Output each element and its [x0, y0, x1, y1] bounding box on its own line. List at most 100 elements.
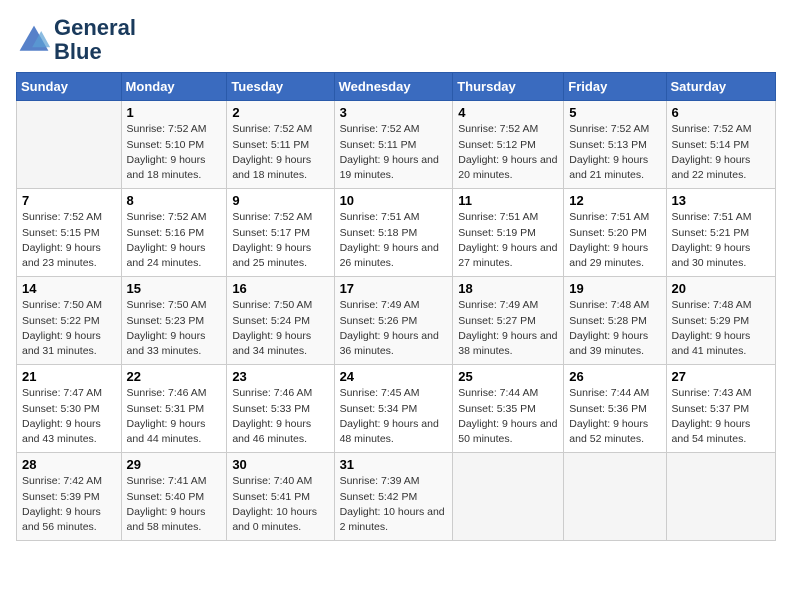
day-number: 5 — [569, 105, 660, 120]
day-info: Sunrise: 7:44 AMSunset: 5:36 PMDaylight:… — [569, 386, 660, 447]
day-info: Sunrise: 7:44 AMSunset: 5:35 PMDaylight:… — [458, 386, 558, 447]
weekday-header-friday: Friday — [564, 73, 666, 101]
calendar-cell: 14 Sunrise: 7:50 AMSunset: 5:22 PMDayligh… — [17, 277, 122, 365]
day-number: 16 — [232, 281, 328, 296]
page-header: General Blue — [16, 16, 776, 64]
calendar-cell: 28Sunrise: 7:42 AMSunset: 5:39 PMDayligh… — [17, 453, 122, 541]
calendar-cell: 19 Sunrise: 7:48 AMSunset: 5:28 PMDayligh… — [564, 277, 666, 365]
calendar-cell: 24 Sunrise: 7:45 AMSunset: 5:34 PMDayligh… — [334, 365, 453, 453]
day-info: Sunrise: 7:52 AMSunset: 5:12 PMDaylight:… — [458, 122, 558, 183]
day-number: 14 — [22, 281, 116, 296]
calendar-cell: 13 Sunrise: 7:51 AMSunset: 5:21 PMDayligh… — [666, 189, 775, 277]
day-number: 8 — [127, 193, 222, 208]
day-number: 10 — [340, 193, 448, 208]
calendar-cell: 29 Sunrise: 7:41 AMSunset: 5:40 PMDayligh… — [121, 453, 227, 541]
logo-icon — [16, 22, 52, 58]
day-info: Sunrise: 7:52 AMSunset: 5:14 PMDaylight:… — [672, 122, 770, 183]
calendar-cell: 31 Sunrise: 7:39 AMSunset: 5:42 PMDayligh… — [334, 453, 453, 541]
calendar-cell — [17, 101, 122, 189]
day-info: Sunrise: 7:40 AMSunset: 5:41 PMDaylight:… — [232, 474, 328, 535]
day-number: 31 — [340, 457, 448, 472]
calendar-header-row: SundayMondayTuesdayWednesdayThursdayFrid… — [17, 73, 776, 101]
calendar-cell: 18Sunrise: 7:49 AMSunset: 5:27 PMDayligh… — [453, 277, 564, 365]
calendar-cell: 2 Sunrise: 7:52 AMSunset: 5:11 PMDaylight… — [227, 101, 334, 189]
calendar-cell: 4 Sunrise: 7:52 AMSunset: 5:12 PMDaylight… — [453, 101, 564, 189]
weekday-header-thursday: Thursday — [453, 73, 564, 101]
day-number: 13 — [672, 193, 770, 208]
day-info: Sunrise: 7:46 AMSunset: 5:31 PMDaylight:… — [127, 386, 222, 447]
calendar-cell: 6 Sunrise: 7:52 AMSunset: 5:14 PMDaylight… — [666, 101, 775, 189]
calendar-cell — [453, 453, 564, 541]
calendar-cell: 20 Sunrise: 7:48 AMSunset: 5:29 PMDayligh… — [666, 277, 775, 365]
day-number: 6 — [672, 105, 770, 120]
weekday-header-sunday: Sunday — [17, 73, 122, 101]
day-info: Sunrise: 7:51 AMSunset: 5:20 PMDaylight:… — [569, 210, 660, 271]
weekday-header-saturday: Saturday — [666, 73, 775, 101]
day-number: 30 — [232, 457, 328, 472]
calendar-cell: 22Sunrise: 7:46 AMSunset: 5:31 PMDayligh… — [121, 365, 227, 453]
day-info: Sunrise: 7:43 AMSunset: 5:37 PMDaylight:… — [672, 386, 770, 447]
calendar-table: SundayMondayTuesdayWednesdayThursdayFrid… — [16, 72, 776, 541]
day-number: 23 — [232, 369, 328, 384]
day-info: Sunrise: 7:48 AMSunset: 5:28 PMDaylight:… — [569, 298, 660, 359]
day-number: 28 — [22, 457, 116, 472]
day-info: Sunrise: 7:51 AMSunset: 5:19 PMDaylight:… — [458, 210, 558, 271]
calendar-cell: 7Sunrise: 7:52 AMSunset: 5:15 PMDaylight… — [17, 189, 122, 277]
day-number: 27 — [672, 369, 770, 384]
calendar-cell: 5 Sunrise: 7:52 AMSunset: 5:13 PMDaylight… — [564, 101, 666, 189]
day-number: 7 — [22, 193, 116, 208]
day-number: 26 — [569, 369, 660, 384]
day-info: Sunrise: 7:52 AMSunset: 5:17 PMDaylight:… — [232, 210, 328, 271]
logo: General Blue — [16, 16, 136, 64]
day-info: Sunrise: 7:50 AMSunset: 5:23 PMDaylight:… — [127, 298, 222, 359]
day-number: 2 — [232, 105, 328, 120]
calendar-cell: 15 Sunrise: 7:50 AMSunset: 5:23 PMDayligh… — [121, 277, 227, 365]
day-number: 17 — [340, 281, 448, 296]
calendar-week-row: 7Sunrise: 7:52 AMSunset: 5:15 PMDaylight… — [17, 189, 776, 277]
calendar-cell: 21Sunrise: 7:47 AMSunset: 5:30 PMDayligh… — [17, 365, 122, 453]
calendar-cell: 10 Sunrise: 7:51 AMSunset: 5:18 PMDayligh… — [334, 189, 453, 277]
day-info: Sunrise: 7:50 AMSunset: 5:22 PMDaylight:… — [22, 298, 116, 359]
calendar-cell: 27 Sunrise: 7:43 AMSunset: 5:37 PMDayligh… — [666, 365, 775, 453]
day-info: Sunrise: 7:48 AMSunset: 5:29 PMDaylight:… — [672, 298, 770, 359]
calendar-cell: 17Sunrise: 7:49 AMSunset: 5:26 PMDayligh… — [334, 277, 453, 365]
day-info: Sunrise: 7:52 AMSunset: 5:11 PMDaylight:… — [232, 122, 328, 183]
calendar-cell: 12Sunrise: 7:51 AMSunset: 5:20 PMDayligh… — [564, 189, 666, 277]
day-info: Sunrise: 7:49 AMSunset: 5:27 PMDaylight:… — [458, 298, 558, 359]
calendar-week-row: 1Sunrise: 7:52 AMSunset: 5:10 PMDaylight… — [17, 101, 776, 189]
day-info: Sunrise: 7:50 AMSunset: 5:24 PMDaylight:… — [232, 298, 328, 359]
calendar-cell: 30 Sunrise: 7:40 AMSunset: 5:41 PMDayligh… — [227, 453, 334, 541]
day-info: Sunrise: 7:41 AMSunset: 5:40 PMDaylight:… — [127, 474, 222, 535]
calendar-week-row: 14 Sunrise: 7:50 AMSunset: 5:22 PMDayligh… — [17, 277, 776, 365]
day-info: Sunrise: 7:51 AMSunset: 5:21 PMDaylight:… — [672, 210, 770, 271]
calendar-cell: 26 Sunrise: 7:44 AMSunset: 5:36 PMDayligh… — [564, 365, 666, 453]
calendar-cell — [666, 453, 775, 541]
day-info: Sunrise: 7:45 AMSunset: 5:34 PMDaylight:… — [340, 386, 448, 447]
day-number: 25 — [458, 369, 558, 384]
day-info: Sunrise: 7:39 AMSunset: 5:42 PMDaylight:… — [340, 474, 448, 535]
calendar-cell: 25 Sunrise: 7:44 AMSunset: 5:35 PMDayligh… — [453, 365, 564, 453]
weekday-header-wednesday: Wednesday — [334, 73, 453, 101]
day-number: 24 — [340, 369, 448, 384]
calendar-body: 1Sunrise: 7:52 AMSunset: 5:10 PMDaylight… — [17, 101, 776, 541]
day-number: 29 — [127, 457, 222, 472]
weekday-header-monday: Monday — [121, 73, 227, 101]
day-number: 3 — [340, 105, 448, 120]
day-number: 4 — [458, 105, 558, 120]
weekday-header-tuesday: Tuesday — [227, 73, 334, 101]
day-info: Sunrise: 7:46 AMSunset: 5:33 PMDaylight:… — [232, 386, 328, 447]
calendar-cell: 16 Sunrise: 7:50 AMSunset: 5:24 PMDayligh… — [227, 277, 334, 365]
calendar-week-row: 28Sunrise: 7:42 AMSunset: 5:39 PMDayligh… — [17, 453, 776, 541]
day-number: 21 — [22, 369, 116, 384]
calendar-cell: 11Sunrise: 7:51 AMSunset: 5:19 PMDayligh… — [453, 189, 564, 277]
day-number: 1 — [127, 105, 222, 120]
day-number: 20 — [672, 281, 770, 296]
calendar-cell: 9Sunrise: 7:52 AMSunset: 5:17 PMDaylight… — [227, 189, 334, 277]
day-number: 15 — [127, 281, 222, 296]
day-number: 19 — [569, 281, 660, 296]
logo-text: General Blue — [54, 16, 136, 64]
calendar-cell: 3Sunrise: 7:52 AMSunset: 5:11 PMDaylight… — [334, 101, 453, 189]
day-info: Sunrise: 7:52 AMSunset: 5:13 PMDaylight:… — [569, 122, 660, 183]
calendar-cell — [564, 453, 666, 541]
day-info: Sunrise: 7:51 AMSunset: 5:18 PMDaylight:… — [340, 210, 448, 271]
